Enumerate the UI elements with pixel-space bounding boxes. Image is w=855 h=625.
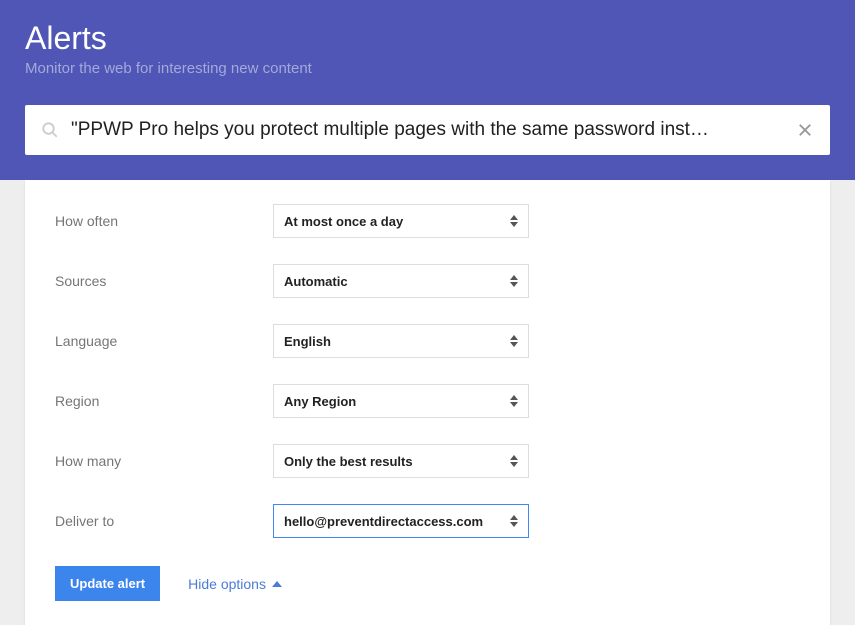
form-row: Region Any Region bbox=[55, 384, 800, 418]
hide-options-link[interactable]: Hide options bbox=[188, 576, 282, 592]
footer-row: Update alert Hide options bbox=[55, 566, 800, 601]
select-value: Only the best results bbox=[284, 454, 413, 469]
header: Alerts Monitor the web for interesting n… bbox=[0, 0, 855, 180]
unfold-icon bbox=[510, 215, 518, 227]
form-row: How many Only the best results bbox=[55, 444, 800, 478]
select-value: Automatic bbox=[284, 274, 348, 289]
search-box[interactable]: "PPWP Pro helps you protect multiple pag… bbox=[25, 105, 830, 155]
unfold-icon bbox=[510, 455, 518, 467]
select-value: Any Region bbox=[284, 394, 356, 409]
unfold-icon bbox=[510, 335, 518, 347]
hide-options-label: Hide options bbox=[188, 576, 266, 592]
form-row: Sources Automatic bbox=[55, 264, 800, 298]
select-value: English bbox=[284, 334, 331, 349]
search-input[interactable]: "PPWP Pro helps you protect multiple pag… bbox=[71, 119, 784, 141]
field-label: Language bbox=[55, 333, 273, 349]
select-value: At most once a day bbox=[284, 214, 403, 229]
select-box[interactable]: Automatic bbox=[273, 264, 529, 298]
select-box[interactable]: At most once a day bbox=[273, 204, 529, 238]
unfold-icon bbox=[510, 395, 518, 407]
field-label: How often bbox=[55, 213, 273, 229]
page-title: Alerts bbox=[25, 20, 830, 57]
select-box[interactable]: English bbox=[273, 324, 529, 358]
form-row: Language English bbox=[55, 324, 800, 358]
form-row: How often At most once a day bbox=[55, 204, 800, 238]
field-label: Region bbox=[55, 393, 273, 409]
close-icon[interactable] bbox=[796, 121, 814, 139]
options-panel: How often At most once a day Sources Automa… bbox=[25, 180, 830, 625]
page-subtitle: Monitor the web for interesting new cont… bbox=[25, 60, 830, 77]
update-alert-button[interactable]: Update alert bbox=[55, 566, 160, 601]
select-box[interactable]: hello@preventdirectaccess.com bbox=[273, 504, 529, 538]
select-box[interactable]: Only the best results bbox=[273, 444, 529, 478]
select-box[interactable]: Any Region bbox=[273, 384, 529, 418]
select-value: hello@preventdirectaccess.com bbox=[284, 514, 483, 529]
form-row: Deliver to hello@preventdirectaccess.com bbox=[55, 504, 800, 538]
field-label: Deliver to bbox=[55, 513, 273, 529]
unfold-icon bbox=[510, 275, 518, 287]
search-icon bbox=[41, 121, 59, 139]
unfold-icon bbox=[510, 515, 518, 527]
field-label: Sources bbox=[55, 273, 273, 289]
field-label: How many bbox=[55, 453, 273, 469]
